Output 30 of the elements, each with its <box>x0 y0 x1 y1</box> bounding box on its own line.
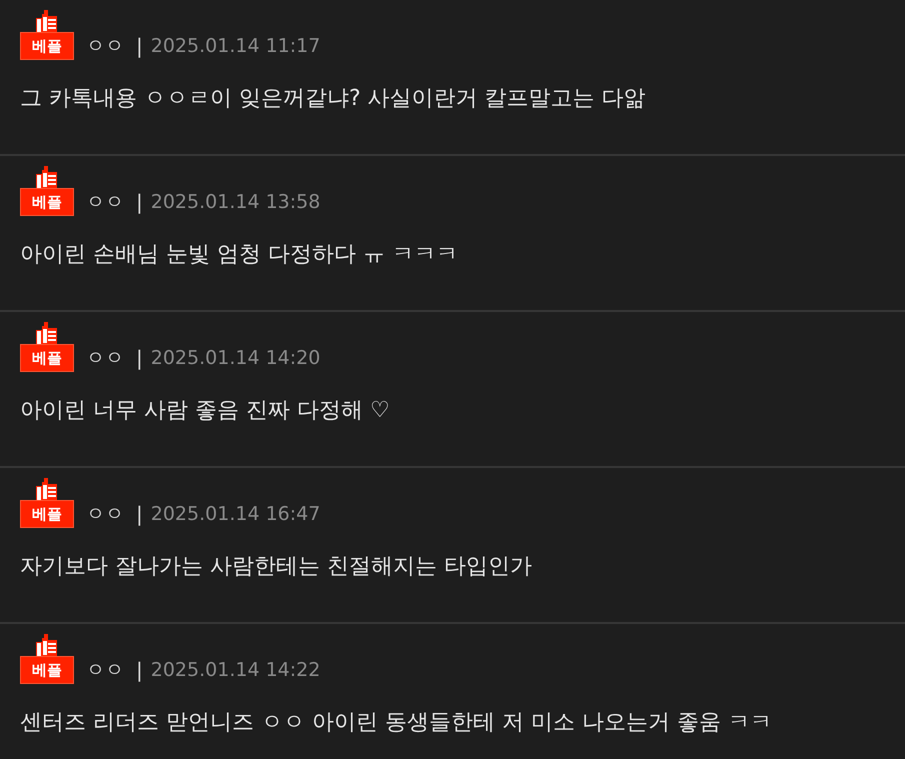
comment-text: 자기보다 잘나가는 사람한테는 친절해지는 타입인가 <box>20 553 533 581</box>
separator: | <box>136 189 143 216</box>
comment-text: 아이린 손배님 눈빛 엄청 다정하다 ㅠ ㅋㅋㅋ <box>20 241 459 269</box>
comment-date: 2025.01.14 14:22 <box>150 658 320 683</box>
comment-text: 센터즈 리더즈 맏언니즈 ㅇㅇ 아이린 동생들한테 저 미소 나오는거 좋움 ㅋㅋ <box>20 709 773 737</box>
best-comment-badge: 베플 <box>20 656 74 684</box>
thumbs-up-icon <box>36 10 58 32</box>
thumbs-up-icon <box>36 478 58 500</box>
comment-date: 2025.01.14 16:47 <box>150 502 320 527</box>
best-comment-badge: 베플 <box>20 32 74 60</box>
separator: | <box>136 657 143 684</box>
author-name: ㅇㅇ <box>86 658 124 683</box>
comment-text: 아이린 너무 사람 좋음 진짜 다정해 ♡ <box>20 397 391 425</box>
comment-date: 2025.01.14 11:17 <box>150 34 320 59</box>
thumbs-up-icon <box>36 322 58 344</box>
best-comment-badge: 베플 <box>20 344 74 372</box>
author-name: ㅇㅇ <box>86 346 124 371</box>
author-name: ㅇㅇ <box>86 502 124 527</box>
separator: | <box>136 345 143 372</box>
separator: | <box>136 33 143 60</box>
comment-date: 2025.01.14 13:58 <box>150 190 320 215</box>
comment-date: 2025.01.14 14:20 <box>150 346 320 371</box>
thumbs-up-icon <box>36 166 58 188</box>
best-comment-badge: 베플 <box>20 188 74 216</box>
author-name: ㅇㅇ <box>86 190 124 215</box>
thumbs-up-icon <box>36 634 58 656</box>
best-comment-badge: 베플 <box>20 500 74 528</box>
comment-text: 그 카톡내용 ㅇㅇㄹ이 잊은꺼같냐? 사실이란거 칼프말고는 다앎 <box>20 85 647 113</box>
author-name: ㅇㅇ <box>86 34 124 59</box>
separator: | <box>136 501 143 528</box>
